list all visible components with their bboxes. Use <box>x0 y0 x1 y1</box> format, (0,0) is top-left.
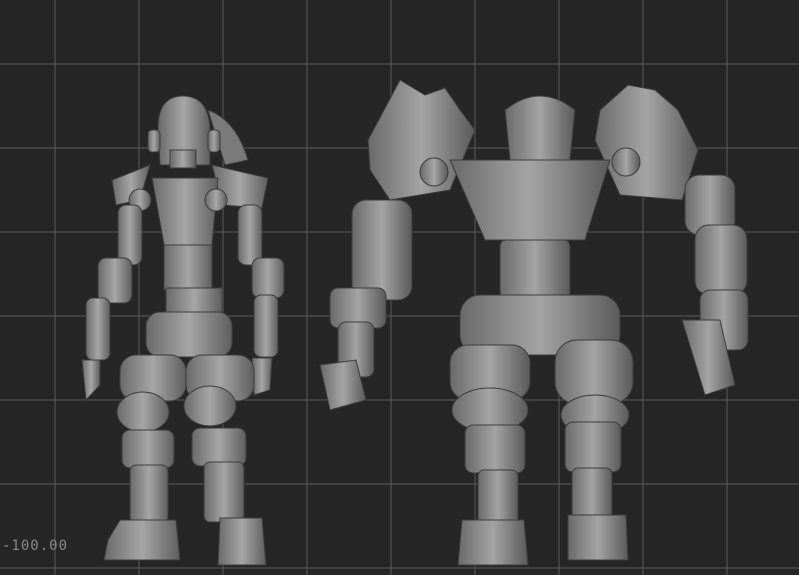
robot-front-view[interactable] <box>0 0 310 575</box>
coordinate-readout: -100.00 <box>2 538 69 554</box>
robot-back-view[interactable] <box>310 0 799 575</box>
3d-viewport[interactable]: -100.00 <box>0 0 799 575</box>
